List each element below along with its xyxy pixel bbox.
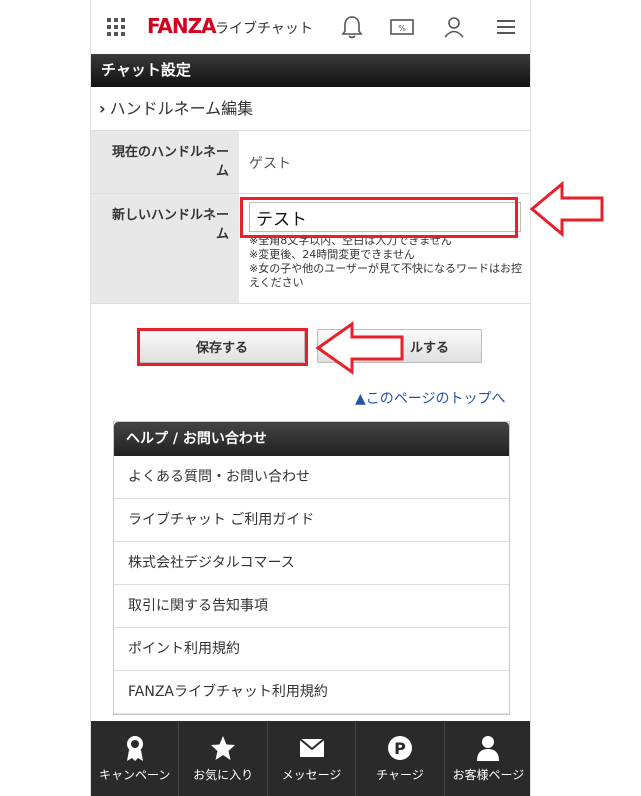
help-item-terms[interactable]: FANZAライブチャット利用規約 — [114, 671, 509, 714]
grid-menu-icon[interactable] — [107, 18, 125, 36]
nav-campaign-label: キャンペーン — [99, 768, 171, 782]
new-name-label: 新しいハンドルネーム — [91, 194, 239, 303]
annotation-arrow-input — [529, 180, 604, 238]
nav-charge[interactable]: P チャージ — [356, 721, 445, 796]
page-title: チャット設定 — [91, 54, 530, 87]
nav-messages[interactable]: メッセージ — [268, 721, 357, 796]
new-name-input[interactable] — [249, 202, 521, 232]
current-name-value: ゲスト — [249, 156, 291, 172]
nav-favorites-label: お気に入り — [193, 768, 254, 782]
help-item-faq[interactable]: よくある質問・お問い合わせ — [114, 456, 509, 499]
section-title: › ハンドルネーム編集 — [91, 87, 530, 131]
campaign-icon — [123, 734, 147, 762]
note-1: ※全角8文字以内、空白は入力できません — [249, 234, 452, 247]
current-name-row: 現在のハンドルネーム ゲスト — [91, 131, 530, 194]
page-top-link[interactable]: ▲このページのトップへ — [355, 388, 506, 408]
save-button[interactable]: 保存する — [139, 329, 305, 363]
nav-charge-label: チャージ — [376, 768, 424, 782]
input-notes: ※全角8文字以内、空白は入力できません ※変更後、24時間変更できません ※女の… — [249, 234, 524, 290]
bell-icon[interactable] — [339, 14, 365, 40]
nav-favorites[interactable]: お気に入り — [179, 721, 268, 796]
chevron-right-icon: › — [99, 99, 106, 118]
note-2: ※変更後、24時間変更できません — [249, 248, 415, 261]
help-box: ヘルプ / お問い合わせ よくある質問・お問い合わせ ライブチャット ご利用ガイ… — [113, 421, 510, 715]
svg-text:%: % — [398, 24, 406, 33]
account-icon — [476, 734, 500, 762]
nav-account-label: お客様ページ — [452, 768, 525, 782]
nav-messages-label: メッセージ — [281, 768, 342, 782]
help-item-notice[interactable]: 取引に関する告知事項 — [114, 585, 509, 628]
star-icon — [210, 734, 236, 762]
new-name-cell: ※全角8文字以内、空白は入力できません ※変更後、24時間変更できません ※女の… — [239, 194, 530, 303]
nav-campaign[interactable]: キャンペーン — [91, 721, 180, 796]
help-item-guide[interactable]: ライブチャット ご利用ガイド — [114, 499, 509, 542]
bottom-nav: キャンペーン お気に入り メッセージ P チャージ お客様ページ — [91, 721, 530, 796]
header: FANZA ライブチャット % — [91, 0, 530, 54]
fanza-logo[interactable]: FANZA — [147, 14, 217, 38]
svg-text:P: P — [394, 739, 406, 758]
help-item-company[interactable]: 株式会社デジタルコマース — [114, 542, 509, 585]
nav-account[interactable]: お客様ページ — [445, 721, 530, 796]
logo-subtitle[interactable]: ライブチャット — [215, 18, 313, 38]
help-item-point-terms[interactable]: ポイント利用規約 — [114, 628, 509, 671]
annotation-arrow-save — [315, 321, 404, 375]
note-3: ※女の子や他のユーザーが見て不快になるワードはお控えください — [249, 262, 522, 289]
user-icon[interactable] — [441, 14, 467, 40]
section-title-text: ハンドルネーム編集 — [109, 99, 254, 118]
charge-icon: P — [387, 734, 413, 762]
coupon-icon[interactable]: % — [389, 14, 415, 40]
mail-icon — [298, 734, 325, 762]
current-name-label: 現在のハンドルネーム — [91, 131, 239, 193]
help-header: ヘルプ / お問い合わせ — [114, 422, 509, 456]
new-name-row: 新しいハンドルネーム ※全角8文字以内、空白は入力できません ※変更後、24時間… — [91, 194, 530, 304]
hamburger-icon[interactable] — [493, 14, 519, 40]
page-frame: FANZA ライブチャット % チャット設定 › ハンドルネーム編集 現在のハンド… — [90, 0, 531, 796]
